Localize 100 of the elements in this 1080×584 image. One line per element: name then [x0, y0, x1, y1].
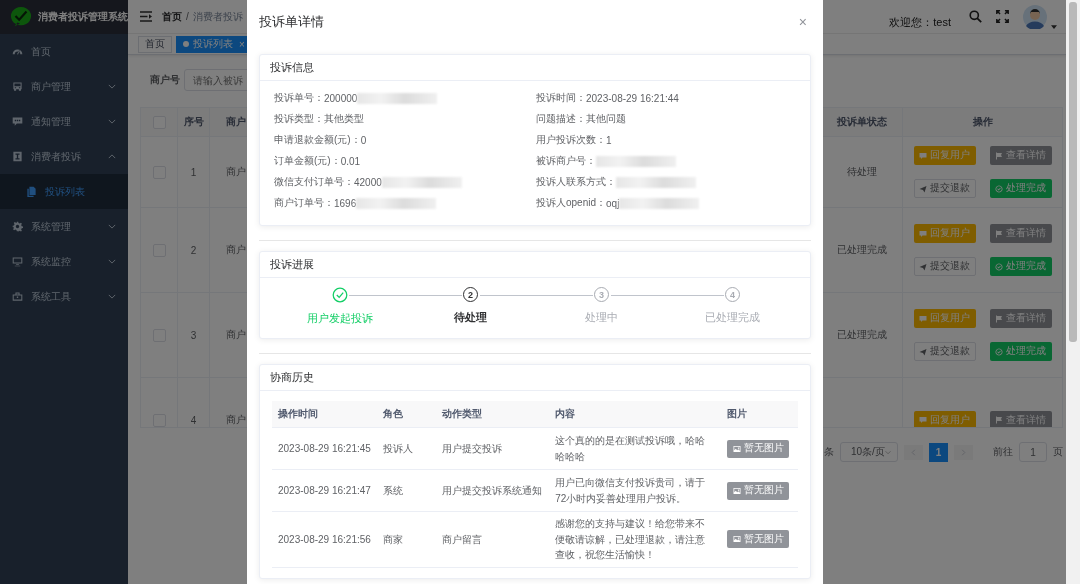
- field-label: 订单金额(元)：: [274, 154, 341, 168]
- app-title: 消费者投诉管理系统: [38, 10, 128, 24]
- table-cell: 商户: [226, 166, 246, 177]
- field-label: 被诉商户号：: [536, 154, 596, 168]
- field-label: 微信支付订单号：: [274, 175, 354, 189]
- page-size-select[interactable]: 10条/页: [840, 442, 898, 462]
- flag-icon: [995, 416, 1003, 424]
- breadcrumb-link[interactable]: 首页: [162, 9, 182, 24]
- toolbox-icon: [12, 291, 23, 302]
- step-label: 处理中: [585, 310, 618, 325]
- table-cell: 1: [190, 166, 197, 178]
- table-cell: 感谢您的支持与建议！给您带来不便敬请谅解，已处理退款，请注意查收，祝您生活愉快！: [555, 518, 706, 560]
- table-cell: 用户提交投诉: [441, 442, 502, 454]
- table-cell: 用户提交投诉系统通知: [441, 484, 542, 496]
- step-label: 待处理: [454, 310, 487, 325]
- image-icon: [732, 486, 741, 495]
- flag-icon: [995, 314, 1003, 323]
- chevron-icon: [884, 449, 891, 455]
- send-icon: [919, 262, 927, 271]
- table-cell: 已处理完成: [836, 329, 887, 340]
- image-button[interactable]: 暂无图片: [727, 530, 790, 549]
- fullscreen-icon[interactable]: [996, 10, 1009, 23]
- page-unit: 页: [1053, 445, 1063, 459]
- table-cell: 系统: [383, 484, 404, 496]
- table-cell: 4: [190, 414, 197, 426]
- table-cell: 商户: [226, 414, 246, 425]
- gear-icon: [12, 221, 23, 232]
- chat-icon: [12, 116, 23, 127]
- card-title: 投诉信息: [270, 60, 314, 75]
- field-value: 42000: [354, 176, 382, 188]
- field-value: 200000: [324, 92, 358, 104]
- image-icon: [732, 535, 741, 544]
- column-header: 序号: [183, 116, 204, 127]
- column-header: 动作类型: [441, 408, 482, 419]
- action-button[interactable]: 处理完成: [989, 179, 1052, 198]
- menu-item[interactable]: 首页: [0, 34, 128, 69]
- field-label: 投诉时间：: [536, 91, 586, 105]
- table-cell: 2023-08-29 16:21:45: [278, 442, 371, 454]
- field-label: 投诉单号：: [274, 91, 324, 105]
- breadcrumb-separator: /: [186, 11, 189, 22]
- tab[interactable]: 首页: [138, 35, 172, 53]
- action-button[interactable]: 处理完成: [989, 342, 1052, 361]
- field-label: 投诉类型：: [274, 112, 324, 126]
- gauge-icon: [12, 46, 23, 57]
- step-number: 2: [463, 287, 478, 302]
- column-header: 操作时间: [278, 408, 318, 419]
- action-button[interactable]: 回复用户: [913, 224, 976, 243]
- step-label: 用户发起投诉: [306, 311, 373, 326]
- action-button[interactable]: 回复用户: [913, 410, 976, 427]
- field-value: 1696: [334, 197, 357, 209]
- send-icon: [919, 184, 927, 193]
- dialog-title: 投诉单详情: [259, 13, 324, 31]
- image-button[interactable]: 暂无图片: [727, 439, 790, 458]
- table-cell: 商户: [226, 244, 246, 255]
- search-icon[interactable]: [969, 10, 982, 23]
- caret-icon[interactable]: [1051, 25, 1057, 29]
- menu-icon[interactable]: [140, 11, 152, 22]
- chat-icon: [919, 416, 927, 424]
- copy-icon: [26, 186, 37, 197]
- page-input[interactable]: 1: [1019, 442, 1047, 462]
- field-label: 申请退款金额(元)：: [274, 133, 361, 147]
- field-value: 2023-08-29 16:21:44: [586, 92, 679, 104]
- column-header: 内容: [555, 408, 576, 419]
- card-title: 投诉进展: [270, 257, 314, 272]
- table-cell: 这个真的的是在测试投诉哦，哈哈哈哈哈: [555, 435, 706, 462]
- step-number: 4: [725, 287, 740, 302]
- image-button[interactable]: 暂无图片: [727, 481, 790, 500]
- step-number: 3: [594, 287, 609, 302]
- table-cell: 投诉人: [383, 442, 414, 454]
- action-button[interactable]: 提交退款: [913, 179, 976, 198]
- table-cell: 2: [190, 244, 197, 256]
- page-button[interactable]: 1: [929, 442, 948, 462]
- chat-icon: [919, 151, 927, 160]
- flag-icon: [995, 229, 1003, 238]
- column-header: 投诉单状态: [836, 116, 887, 127]
- column-header: 图片: [727, 408, 748, 419]
- goto-label: 前往: [993, 445, 1013, 459]
- letter-icon: [12, 151, 23, 162]
- column-header: 角色: [383, 408, 404, 419]
- chat-icon: [919, 229, 927, 238]
- close-button[interactable]: ×: [794, 14, 811, 30]
- action-button[interactable]: 处理完成: [989, 257, 1052, 276]
- scrollbar[interactable]: [1066, 0, 1080, 584]
- field-label: 投诉人openid：: [536, 196, 607, 208]
- bus-icon: [12, 81, 23, 92]
- action-button[interactable]: 回复用户: [913, 309, 976, 328]
- welcome-text: 欢迎您：test: [889, 15, 951, 30]
- table-cell: 2023-08-29 16:21:47: [278, 484, 371, 496]
- field-value: 其他问题: [586, 112, 626, 126]
- table-cell: 用户已向微信支付投诉贵司，请于72小时内妥善处理用户投诉。: [555, 477, 706, 504]
- action-button[interactable]: 提交退款: [913, 342, 976, 361]
- action-button[interactable]: 提交退款: [913, 257, 976, 276]
- action-button[interactable]: 回复用户: [913, 146, 976, 165]
- send-icon: [919, 347, 927, 356]
- field-label: 投诉人联系方式：: [536, 175, 616, 189]
- table-cell: 商户: [226, 329, 246, 340]
- image-icon: [732, 444, 741, 453]
- avatar[interactable]: [1023, 4, 1047, 29]
- submenu-item[interactable]: 投诉列表: [0, 174, 128, 209]
- column-header: 商户: [226, 116, 246, 127]
